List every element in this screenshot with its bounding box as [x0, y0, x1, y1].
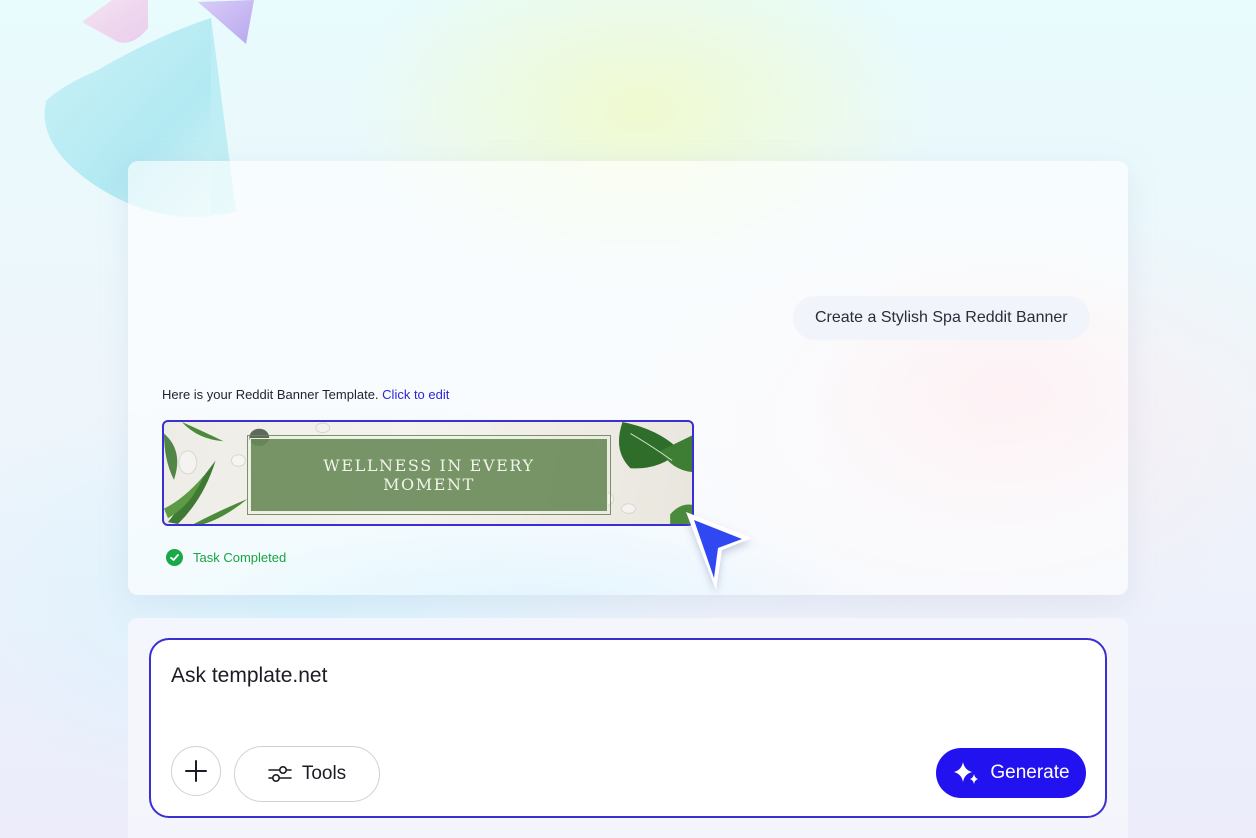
plus-icon [185, 760, 207, 782]
banner-title-box: WELLNESS IN EVERY MOMENT [247, 435, 611, 515]
composer-panel: Ask template.net Tools Generate [128, 618, 1128, 838]
banner-template-preview[interactable]: WELLNESS IN EVERY MOMENT [162, 420, 694, 526]
decorative-pyramid-shape [198, 0, 254, 44]
decorative-pink-shape [82, 0, 148, 43]
chat-panel: Create a Stylish Spa Reddit Banner Here … [128, 161, 1128, 595]
pointer-cursor-icon [686, 512, 752, 590]
tools-button[interactable]: Tools [234, 746, 380, 802]
assistant-reply: Here is your Reddit Banner Template. Cli… [162, 387, 449, 402]
generate-label: Generate [990, 762, 1070, 783]
generate-button[interactable]: Generate [936, 748, 1086, 798]
reply-text: Here is your Reddit Banner Template. [162, 387, 379, 402]
prompt-input-placeholder: Ask template.net [171, 664, 328, 687]
click-to-edit-link[interactable]: Click to edit [382, 387, 449, 402]
user-message-text: Create a Stylish Spa Reddit Banner [815, 309, 1068, 326]
banner-title: WELLNESS IN EVERY MOMENT [323, 456, 535, 494]
task-status-label: Task Completed [193, 550, 287, 565]
check-circle-icon [166, 549, 183, 566]
tools-label: Tools [301, 763, 347, 784]
prompt-input[interactable]: Ask template.net Tools Generate [149, 638, 1107, 818]
user-message-bubble: Create a Stylish Spa Reddit Banner [793, 296, 1090, 340]
add-attachment-button[interactable] [171, 746, 221, 796]
sliders-icon [268, 765, 292, 783]
task-status: Task Completed [166, 549, 286, 566]
sparkle-icon [954, 762, 979, 784]
